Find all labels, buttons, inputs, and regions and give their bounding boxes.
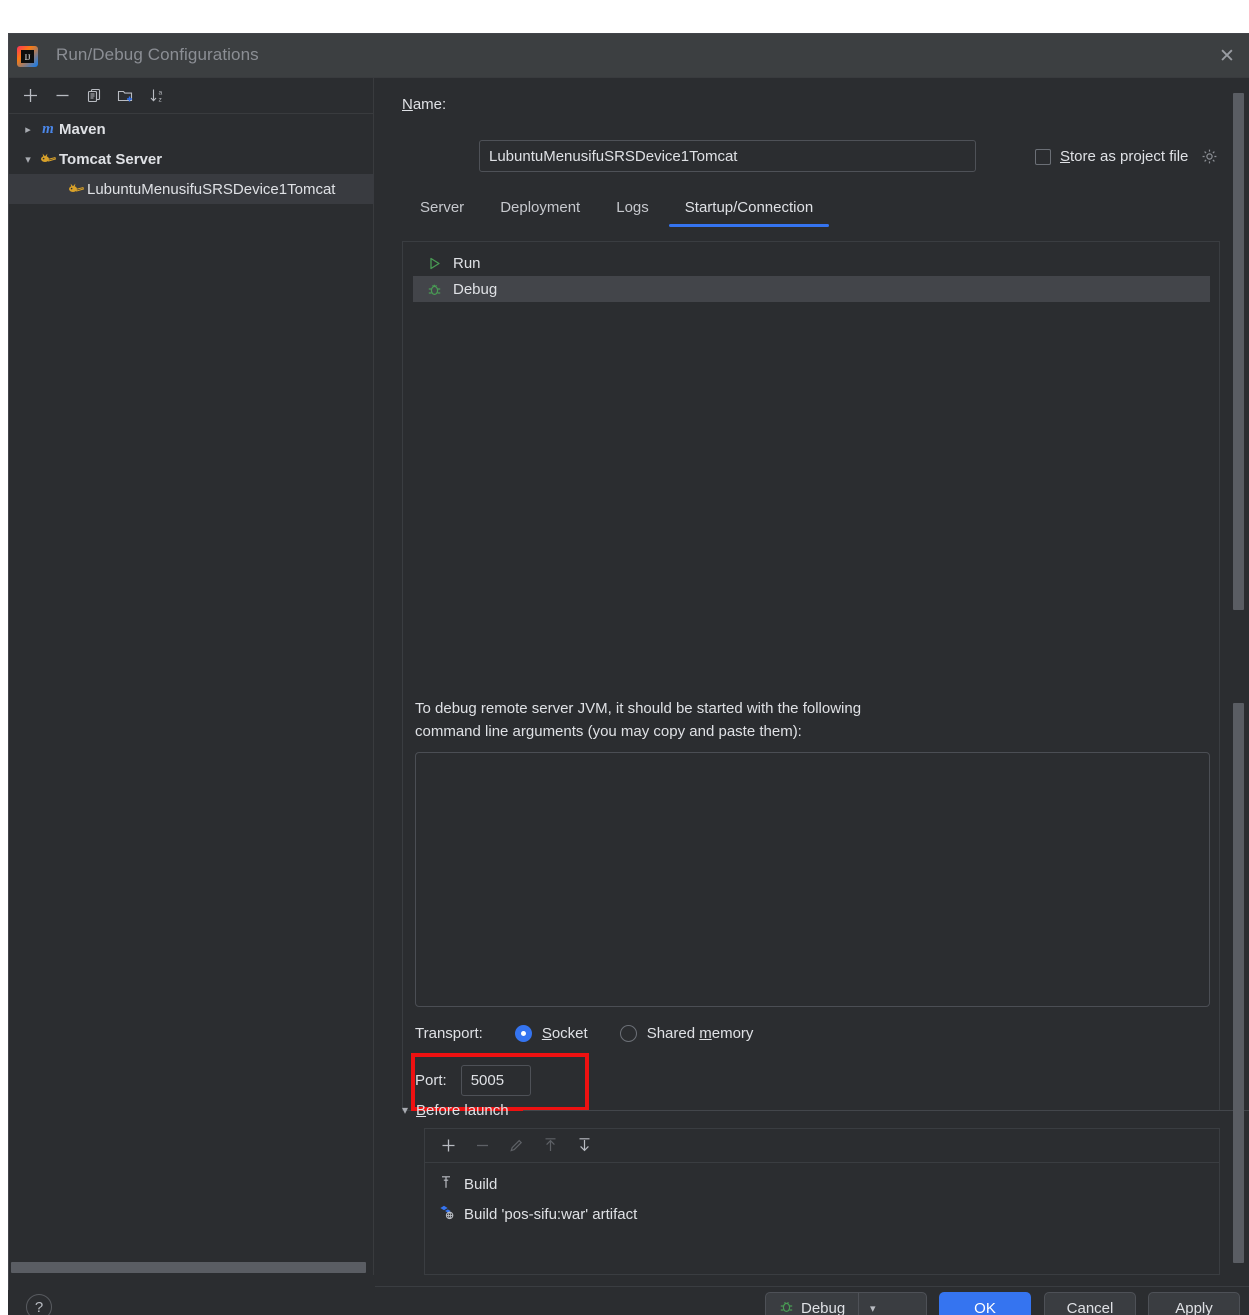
arrow-down-icon[interactable] bbox=[569, 1133, 599, 1159]
configurations-sidebar: a z ▸ m Maven ▾ Tomcat Server LubuntuMen… bbox=[9, 78, 374, 1305]
help-button[interactable]: ? bbox=[26, 1294, 52, 1315]
before-launch-task-list: Build Build 'pos-sifu:war' artifact bbox=[424, 1162, 1220, 1275]
store-as-project-file-row: Store as project file bbox=[1035, 148, 1218, 165]
copy-icon[interactable] bbox=[79, 82, 109, 110]
maven-icon: m bbox=[42, 120, 54, 137]
transport-socket-label: Socket bbox=[541, 1025, 588, 1042]
port-row: Port: bbox=[415, 1065, 531, 1096]
tree-item-label: LubuntuMenusifuSRSDevice1Tomcat bbox=[87, 180, 336, 198]
task-row-artifact[interactable]: Build 'pos-sifu:war' artifact bbox=[425, 1199, 1219, 1229]
add-task-button[interactable] bbox=[433, 1133, 463, 1159]
chevron-down-icon[interactable]: ▾ bbox=[858, 1293, 886, 1315]
task-label: Build bbox=[464, 1175, 498, 1193]
configurations-tree: ▸ m Maven ▾ Tomcat Server LubuntuMenusif… bbox=[9, 114, 374, 204]
sidebar-horizontal-scrollbar[interactable] bbox=[9, 1260, 373, 1275]
configuration-editor-panel: Name: Store as project file Server Deplo… bbox=[375, 78, 1249, 1275]
remove-task-button[interactable] bbox=[467, 1133, 497, 1159]
content-scrollbar-lower[interactable] bbox=[1233, 703, 1244, 1263]
tree-item-tomcat-server[interactable]: ▾ Tomcat Server bbox=[9, 144, 374, 174]
task-label: Build 'pos-sifu:war' artifact bbox=[464, 1205, 638, 1223]
tree-item-lubuntu-tomcat[interactable]: LubuntuMenusifuSRSDevice1Tomcat bbox=[9, 174, 374, 204]
tab-deployment[interactable]: Deployment bbox=[482, 196, 598, 227]
mode-row-debug[interactable]: Debug bbox=[413, 276, 1210, 302]
debug-button-label: Debug bbox=[801, 1299, 846, 1315]
mode-label: Run bbox=[453, 254, 481, 272]
name-input[interactable] bbox=[479, 140, 976, 172]
dialog-action-bar: ? Debug ▾ OK Cancel Apply bbox=[8, 1290, 1249, 1315]
gear-icon[interactable] bbox=[1201, 148, 1218, 165]
hammer-icon bbox=[439, 1174, 455, 1194]
debug-hint-line-2: command line arguments (you may copy and… bbox=[415, 723, 802, 740]
content-scrollbar-upper[interactable] bbox=[1233, 93, 1244, 610]
chevron-down-icon[interactable]: ▾ bbox=[19, 153, 37, 166]
sidebar-toolbar: a z bbox=[9, 78, 374, 114]
transport-shared-memory-radio[interactable] bbox=[619, 1025, 637, 1042]
tree-item-label: Maven bbox=[59, 120, 106, 138]
mode-row-run[interactable]: Run bbox=[413, 250, 1210, 276]
pencil-icon[interactable] bbox=[501, 1133, 531, 1159]
chevron-down-icon[interactable]: ▾ bbox=[402, 1103, 408, 1117]
mode-label: Debug bbox=[453, 280, 498, 298]
cancel-button[interactable]: Cancel bbox=[1044, 1292, 1136, 1315]
task-row-build[interactable]: Build bbox=[425, 1169, 1219, 1199]
tomcat-icon bbox=[65, 182, 87, 197]
svg-text:z: z bbox=[159, 97, 162, 104]
remove-configuration-button[interactable] bbox=[47, 82, 77, 110]
debug-bug-icon bbox=[427, 282, 453, 297]
tomcat-icon bbox=[37, 152, 59, 167]
transport-shared-memory-label: Shared memory bbox=[646, 1025, 754, 1042]
run-debug-mode-list: Run Debug bbox=[413, 250, 1210, 302]
dialog-title: Run/Debug Configurations bbox=[56, 45, 259, 64]
section-divider bbox=[522, 1109, 1249, 1111]
svg-text:a: a bbox=[159, 90, 163, 97]
store-as-project-file-checkbox[interactable] bbox=[1035, 148, 1051, 165]
port-label: Port: bbox=[415, 1072, 447, 1089]
sort-az-icon[interactable]: a z bbox=[143, 82, 173, 110]
new-folder-icon[interactable] bbox=[111, 82, 141, 110]
screenshot-root: IJ Run/Debug Configurations ✕ a z ▸ m Ma… bbox=[0, 0, 1249, 1315]
debug-button[interactable]: Debug bbox=[766, 1293, 858, 1315]
startup-connection-panel: Run Debug To debug remote server JVM, it… bbox=[402, 241, 1220, 1111]
transport-socket-radio[interactable] bbox=[514, 1025, 532, 1042]
before-launch-title: Before launch bbox=[416, 1101, 509, 1119]
arrow-up-icon[interactable] bbox=[535, 1133, 565, 1159]
configuration-tabs: Server Deployment Logs Startup/Connectio… bbox=[402, 196, 1249, 232]
command-line-arguments-textarea[interactable] bbox=[415, 752, 1210, 1007]
run-debug-configurations-dialog: IJ Run/Debug Configurations ✕ a z ▸ m Ma… bbox=[8, 33, 1249, 1315]
store-as-project-file-label: Store as project file bbox=[1060, 148, 1189, 165]
chevron-right-icon[interactable]: ▸ bbox=[19, 123, 37, 136]
tree-item-maven[interactable]: ▸ m Maven bbox=[9, 114, 374, 144]
before-launch-header: ▾ Before launch bbox=[402, 1096, 1249, 1124]
before-launch-toolbar bbox=[424, 1128, 1220, 1162]
intellij-idea-icon: IJ bbox=[17, 46, 38, 67]
transport-label: Transport: bbox=[415, 1025, 483, 1042]
artifact-icon bbox=[439, 1204, 455, 1224]
close-icon[interactable]: ✕ bbox=[1212, 42, 1242, 70]
tab-startup-connection[interactable]: Startup/Connection bbox=[667, 196, 831, 227]
debug-hint-text: To debug remote server JVM, it should be… bbox=[415, 697, 1005, 743]
transport-row: Transport: Socket Shared memory bbox=[415, 1025, 775, 1042]
tab-logs[interactable]: Logs bbox=[598, 196, 667, 227]
tree-item-label: Tomcat Server bbox=[59, 150, 163, 168]
port-input[interactable] bbox=[460, 1065, 531, 1096]
ok-button[interactable]: OK bbox=[939, 1292, 1031, 1315]
run-play-icon bbox=[427, 256, 453, 271]
scrollbar-thumb[interactable] bbox=[11, 1262, 366, 1273]
debug-hint-line-1: To debug remote server JVM, it should be… bbox=[415, 700, 862, 717]
apply-button[interactable]: Apply bbox=[1148, 1292, 1240, 1315]
dialog-titlebar: IJ Run/Debug Configurations ✕ bbox=[9, 34, 1249, 78]
add-configuration-button[interactable] bbox=[15, 82, 45, 110]
name-label: Name: bbox=[402, 96, 447, 113]
debug-bug-icon bbox=[779, 1299, 794, 1315]
tab-server[interactable]: Server bbox=[402, 196, 482, 227]
debug-split-button[interactable]: Debug ▾ bbox=[765, 1292, 927, 1315]
